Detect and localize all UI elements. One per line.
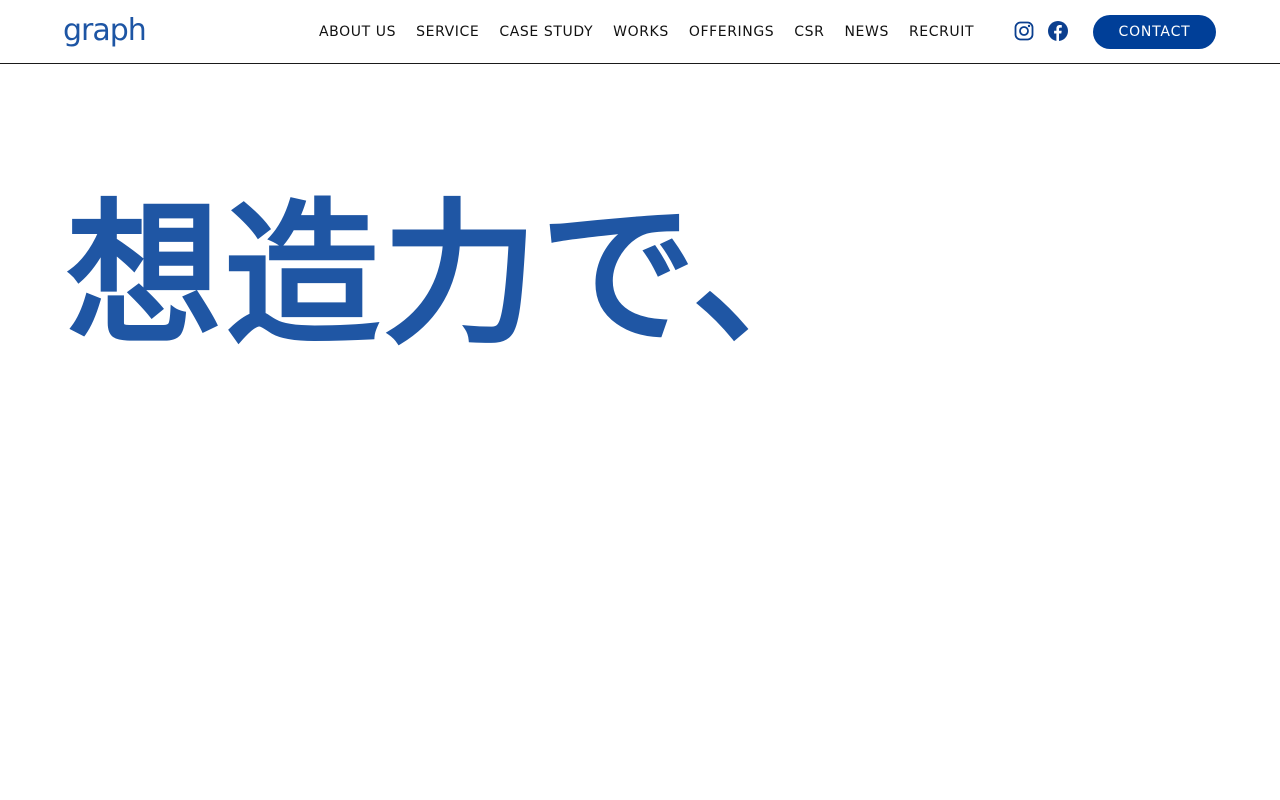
site-header: graph ABOUT US SERVICE CASE STUDY WORKS … [0,0,1280,64]
social-links [1014,21,1068,41]
nav-item-offerings[interactable]: OFFERINGS [689,24,774,40]
logo-text: graph [63,13,147,48]
nav-item-recruit[interactable]: RECRUIT [909,24,974,40]
main-nav: ABOUT US SERVICE CASE STUDY WORKS OFFERI… [319,22,974,42]
facebook-icon[interactable] [1048,21,1068,41]
nav-item-news[interactable]: NEWS [844,24,888,40]
site-logo[interactable]: graph [63,13,147,48]
nav-item-works[interactable]: WORKS [613,24,669,40]
nav-item-about-us[interactable]: ABOUT US [319,24,396,40]
hero-section: 想造力で、 [66,184,1216,366]
contact-button[interactable]: CONTACT [1093,15,1216,49]
hero-heading: 想造力で、 [66,184,850,366]
nav-item-service[interactable]: SERVICE [416,24,479,40]
instagram-icon[interactable] [1014,21,1034,41]
nav-item-csr[interactable]: CSR [794,24,824,40]
nav-item-case-study[interactable]: CASE STUDY [499,24,593,40]
